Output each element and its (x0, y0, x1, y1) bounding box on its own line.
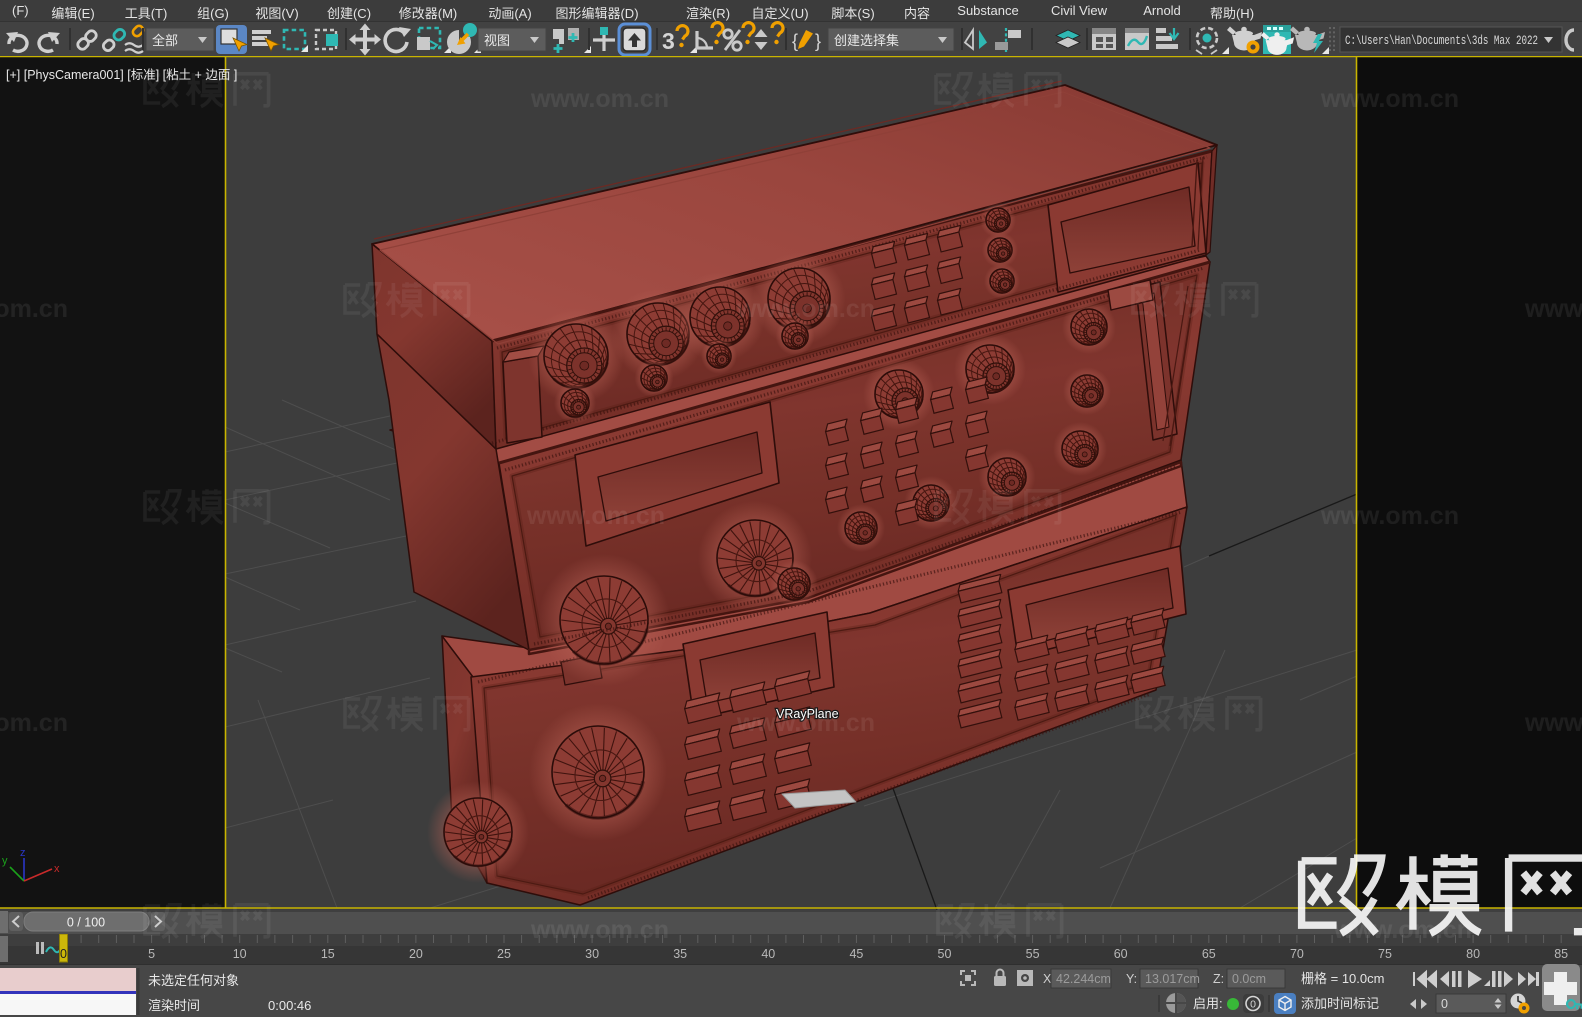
svg-text:www.om.cn: www.om.cn (1320, 502, 1459, 530)
svg-text:www.om.cn: www.om.cn (1320, 85, 1459, 113)
svg-text:www.om.cn: www.om.cn (1524, 709, 1582, 737)
svg-text:www.om.cn: www.om.cn (736, 295, 875, 323)
svg-text:www.om.cn: www.om.cn (0, 709, 68, 737)
svg-text:www.om.cn: www.om.cn (530, 85, 669, 113)
svg-text:www.om.cn: www.om.cn (1524, 295, 1582, 323)
svg-text:www.om.cn: www.om.cn (530, 916, 669, 944)
svg-text:www.om.cn: www.om.cn (0, 295, 68, 323)
svg-text:www.om.cn: www.om.cn (526, 502, 665, 530)
svg-text:www.om.cn: www.om.cn (736, 709, 875, 737)
